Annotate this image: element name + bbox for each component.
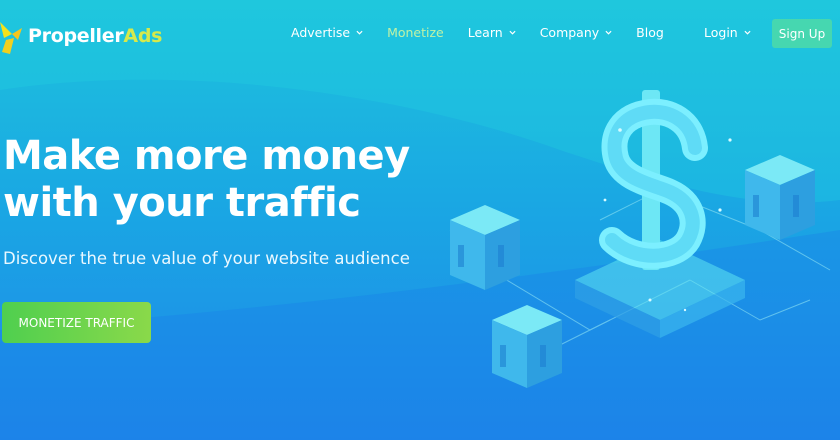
nav-item-company[interactable]: Company xyxy=(540,25,612,40)
nav-item-label: Advertise xyxy=(291,25,351,40)
login-label: Login xyxy=(704,25,738,40)
server-cube-icon xyxy=(492,305,562,388)
hero-subtitle: Discover the true value of your website … xyxy=(3,249,410,268)
logo-text-part1: Propeller xyxy=(28,25,124,47)
chevron-down-icon xyxy=(744,30,751,35)
hero-title-line1: Make more money xyxy=(3,133,410,179)
nav-item-label: Company xyxy=(539,25,600,40)
server-cube-icon xyxy=(745,155,815,240)
logo-text-part2: Ads xyxy=(123,25,163,47)
monetize-traffic-button[interactable]: MONETIZE TRAFFIC xyxy=(2,302,151,343)
main-nav: Advertise Monetize Learn Company Blog xyxy=(291,25,688,40)
chevron-down-icon xyxy=(509,30,516,35)
hero-title-line2: with your traffic xyxy=(3,180,361,226)
nav-item-label: Monetize xyxy=(387,25,444,40)
server-cube-icon xyxy=(450,205,520,290)
site-header: PropellerAds Advertise Monetize Learn Co… xyxy=(0,0,840,68)
dollar-sign-icon xyxy=(599,90,708,270)
chevron-down-icon xyxy=(356,30,363,35)
propeller-icon xyxy=(0,22,22,54)
logo[interactable]: PropellerAds xyxy=(0,16,162,56)
hero-title: Make more money with your traffic xyxy=(3,133,423,227)
login-dropdown[interactable]: Login xyxy=(704,25,751,40)
hero-illustration xyxy=(449,90,831,388)
nav-item-monetize[interactable]: Monetize xyxy=(387,25,444,40)
chevron-down-icon xyxy=(605,30,612,35)
nav-item-learn[interactable]: Learn xyxy=(468,25,516,40)
nav-item-blog[interactable]: Blog xyxy=(636,25,664,40)
signup-button[interactable]: Sign Up xyxy=(772,19,832,48)
nav-item-label: Learn xyxy=(467,25,503,40)
nav-item-label: Blog xyxy=(636,25,664,40)
nav-item-advertise[interactable]: Advertise xyxy=(291,25,363,40)
